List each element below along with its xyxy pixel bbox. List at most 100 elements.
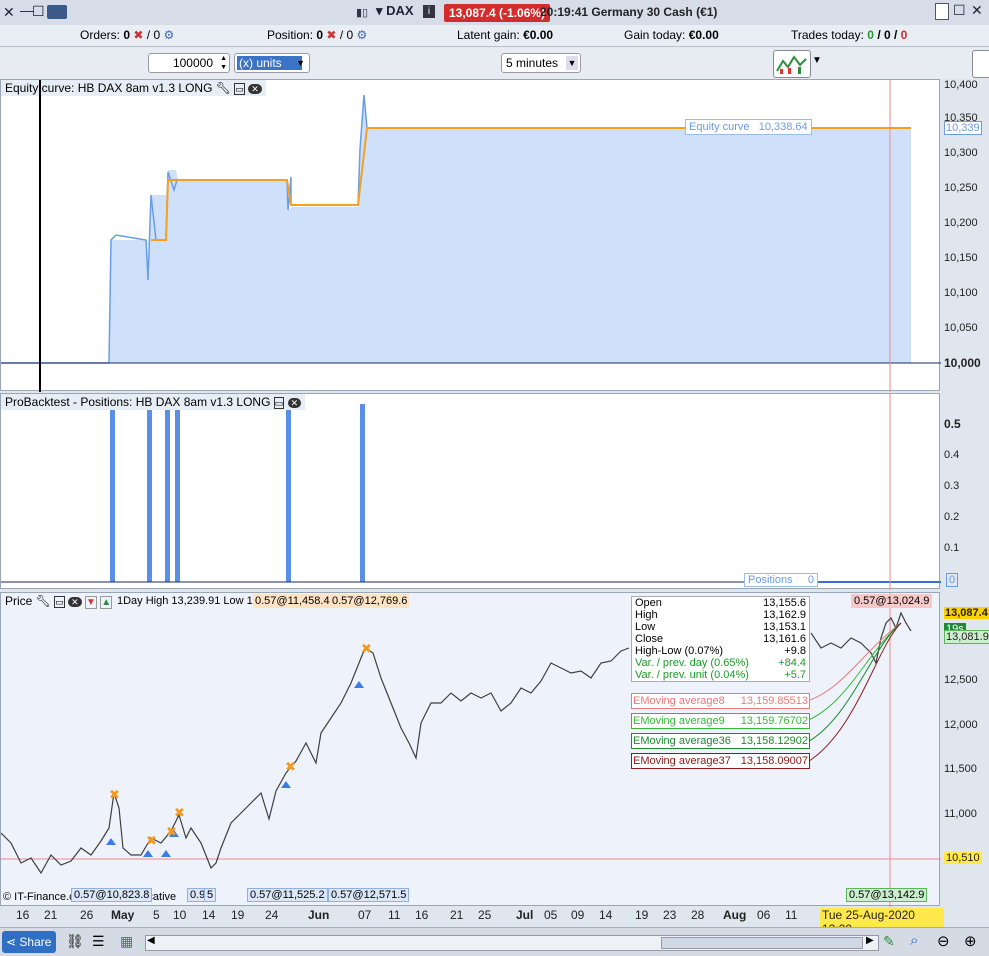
zoom-in-icon[interactable]: ⊕	[964, 932, 977, 950]
trades-lost: 0	[900, 28, 908, 42]
position-bar	[175, 410, 180, 582]
close-icon[interactable]: ✕	[68, 597, 82, 607]
svg-text:✖: ✖	[285, 760, 296, 775]
axis-label: Jul	[516, 908, 534, 922]
scale-tick-baseline: 10,000	[944, 356, 981, 370]
position-value: 0	[316, 28, 324, 42]
latent-gain-value: €0.00	[523, 28, 554, 42]
latent-gain-label: Latent gain:	[457, 28, 520, 42]
window-maximize-icon[interactable]: ☐	[953, 2, 966, 19]
trades-won: 0	[867, 28, 874, 42]
info-icon[interactable]: i	[423, 5, 435, 18]
position-total: / 0	[339, 28, 354, 42]
axis-label: 10	[173, 908, 187, 922]
equity-label-value: 10,338.64	[758, 121, 808, 133]
time-axis: 16 21 26 May 5 10 14 19 24 Jun 07 11 16 …	[0, 908, 944, 936]
scale-tick: 12,000	[944, 719, 978, 731]
orders-total: / 0	[146, 28, 161, 42]
horizontal-scrollbar[interactable]: ◀ ▶	[145, 935, 879, 951]
quantity-value: 100000	[172, 56, 213, 70]
positions-value-badge: 0	[946, 573, 959, 587]
scale-tick: 12,500	[944, 674, 978, 686]
positions-panel-title: ProBacktest - Positions: HB DAX 8am v1.3…	[5, 395, 271, 409]
scroll-right-icon[interactable]: ▶	[866, 935, 874, 946]
position-bar	[165, 410, 170, 582]
cursor-price-badge: 10,510	[944, 852, 982, 864]
chart-toolbar: 100000 ▲ ▼ (x) units ▼ 5 minutes ▼ ▼	[0, 47, 989, 79]
equity-label-name: Equity curve	[689, 121, 750, 133]
table-icon[interactable]: ▦	[120, 933, 133, 950]
recent-price-series	[810, 611, 912, 665]
axis-label: 25	[478, 908, 492, 922]
position-settings-icon[interactable]: ⚙	[357, 28, 368, 42]
scale-tick: 11,500	[944, 763, 977, 775]
chain-icon[interactable]: ⛓	[66, 933, 84, 950]
orders-settings-icon[interactable]: ⚙	[163, 28, 174, 42]
tooltip-row: High-Low (0.07%) +9.8	[635, 645, 806, 657]
scroll-left-icon[interactable]: ◀	[147, 935, 155, 946]
axis-label: 06	[757, 908, 771, 922]
window-close-icon[interactable]: ✕	[971, 2, 983, 19]
zoom-out-icon[interactable]: ⊖	[937, 932, 950, 950]
timeframe-select[interactable]: 5 minutes ▼	[501, 53, 581, 73]
share-icon: ⋖	[6, 935, 17, 949]
orders-info: Orders: 0 ✖ / 0 ⚙	[80, 28, 174, 42]
trade-tag: 0.57@13,142.9	[846, 888, 928, 902]
draw-tool-icon[interactable]: ✎	[883, 933, 895, 950]
bottom-toolbar: ⋖ Share ⛓ ☰ ▦ ◀ ▶ ✎ ⌕ ⊖ ⊕	[0, 927, 989, 956]
quantity-input[interactable]: 100000 ▲ ▼	[148, 53, 230, 73]
price-panel-header: Price 🔧︎ ▭ ✕ ▼ ▲	[1, 593, 116, 609]
axis-label: 07	[358, 908, 372, 922]
axis-label: 16	[16, 908, 30, 922]
scale-tick: 10,050	[944, 322, 978, 334]
svg-text:✖: ✖	[174, 806, 185, 821]
list-icon[interactable]: ☰	[92, 933, 105, 950]
close-icon[interactable]: ✕	[3, 4, 15, 21]
quantity-stepper-icon[interactable]: ▲ ▼	[220, 54, 227, 72]
window-icon[interactable]: ▭	[54, 596, 65, 608]
trades-today-label: Trades today:	[791, 28, 864, 42]
axis-label: 19	[635, 908, 649, 922]
window-minimize-icon[interactable]	[935, 3, 949, 20]
position-bar	[360, 404, 365, 582]
symbol-dropdown[interactable]: ▾ DAX	[376, 3, 414, 19]
axis-label: 09	[571, 908, 585, 922]
share-button[interactable]: ⋖ Share	[2, 931, 56, 953]
chevron-down-icon[interactable]: ▼	[812, 55, 822, 66]
buy-icon[interactable]: ▲	[100, 596, 113, 609]
gain-today: Gain today: €0.00	[624, 28, 719, 42]
cancel-orders-icon[interactable]: ✖	[133, 28, 143, 42]
positions-label-value: 0	[807, 574, 815, 586]
equity-value-badge: 10,339	[944, 121, 982, 135]
scrollbar-thumb[interactable]	[661, 937, 863, 949]
sell-crosses: ✖ ✖ ✖ ✖ ✖ ✖	[109, 642, 372, 849]
side-tools-button[interactable]	[972, 50, 989, 78]
keyboard-icon[interactable]	[47, 5, 67, 19]
ema37-label: EMoving average37 13,158.09007	[631, 753, 810, 769]
position-info: Position: 0 ✖ / 0 ⚙	[267, 28, 367, 42]
equity-curve-label: Equity curve 10,338.64	[685, 119, 812, 135]
chevron-down-icon[interactable]: ▼	[296, 54, 305, 72]
units-select[interactable]: (x) units ▼	[234, 53, 310, 73]
scale-tick: 10,400	[944, 79, 978, 91]
chevron-down-icon[interactable]: ▼	[566, 56, 578, 70]
ema9-label: EMoving average9 13,159.76702	[631, 713, 810, 729]
position-bar	[147, 410, 152, 582]
sell-icon[interactable]: ▼	[85, 596, 97, 609]
svg-text:✖: ✖	[361, 642, 372, 657]
indicators-button[interactable]	[773, 50, 811, 78]
close-position-icon[interactable]: ✖	[326, 28, 336, 42]
scale-tick: 0.1	[944, 542, 960, 554]
scale-tick: 0.3	[944, 480, 960, 492]
svg-text:✖: ✖	[166, 825, 177, 840]
zoom-fit-icon[interactable]: ⌕	[910, 932, 918, 949]
wrench-icon[interactable]: 🔧︎	[36, 594, 51, 608]
scale-tick: 0.4	[944, 449, 960, 461]
scale-tick: 10,150	[944, 252, 978, 264]
maximize-icon[interactable]: ☐	[32, 3, 45, 20]
close-icon[interactable]: ✕	[287, 398, 302, 408]
trade-tag: 5	[204, 888, 217, 902]
trades-today: Trades today: 0 / 0 / 0	[791, 28, 907, 42]
positions-label-name: Positions	[748, 574, 793, 586]
window-icon[interactable]: ▭	[273, 397, 285, 409]
